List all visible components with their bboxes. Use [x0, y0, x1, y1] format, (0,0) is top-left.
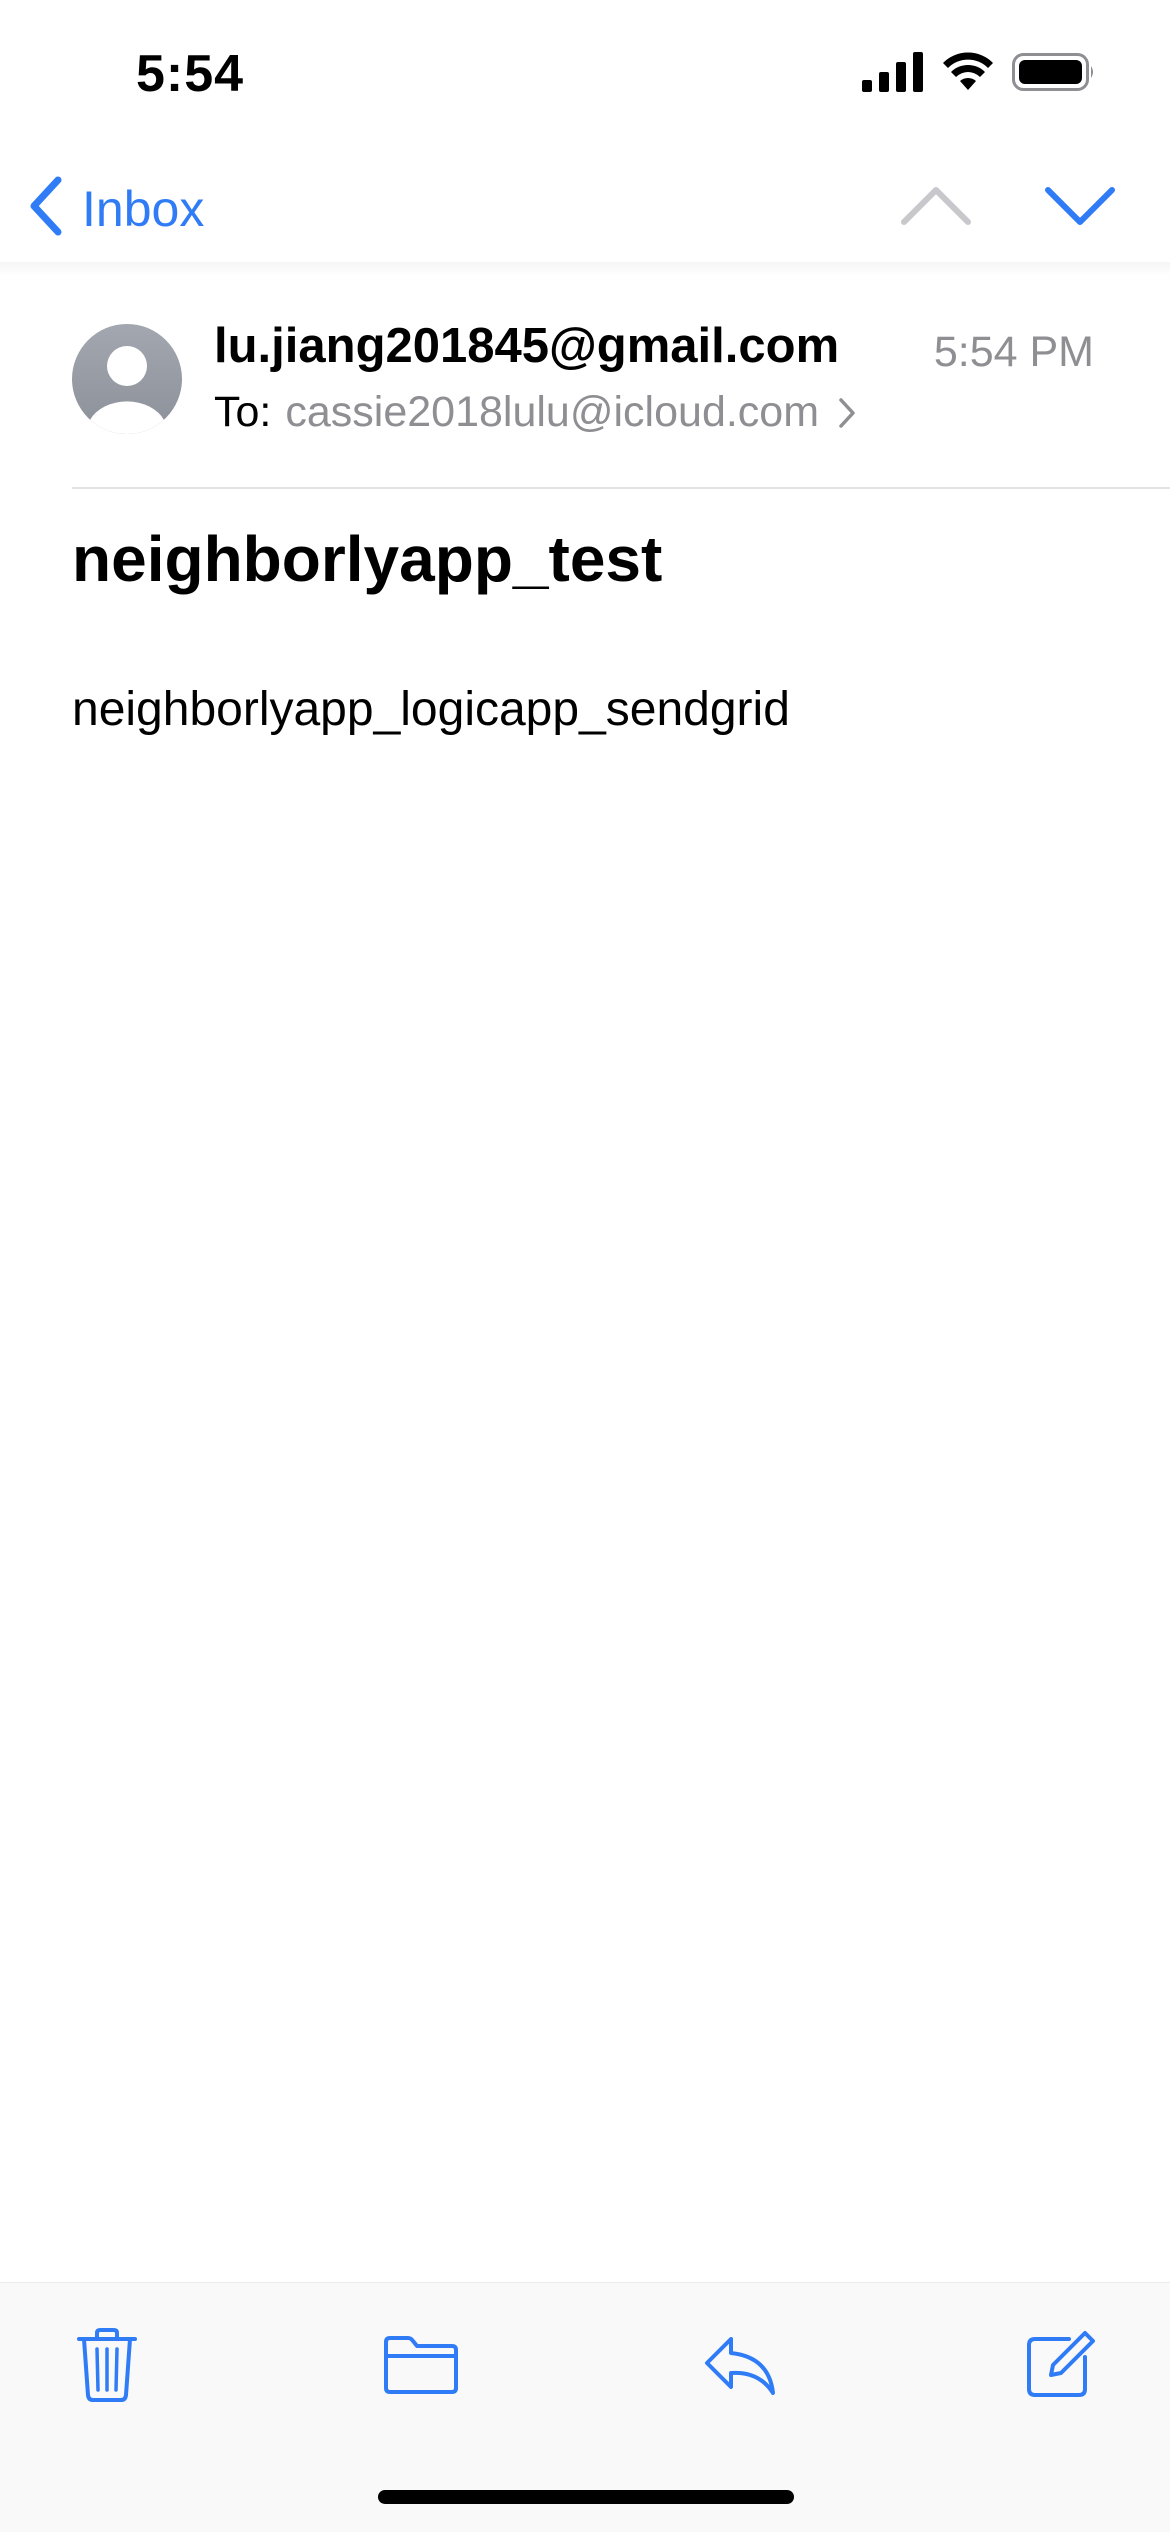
compose-icon [1023, 2329, 1095, 2406]
recipient-address: cassie2018lulu@icloud.com [285, 388, 820, 436]
recipient-details[interactable]: To: cassie2018lulu@icloud.com [214, 388, 857, 437]
cellular-signal-icon [862, 52, 924, 97]
message-subject: neighborlyapp_test [72, 523, 663, 595]
home-indicator[interactable] [378, 2490, 794, 2504]
mail-message-screen: 5:54 Inbox lu.jiang201845@gmail.com 5:54… [0, 0, 1170, 2532]
move-to-folder-button[interactable] [376, 2322, 466, 2412]
reply-button[interactable] [694, 2322, 784, 2412]
folder-icon [382, 2334, 460, 2401]
header-divider [72, 487, 1170, 489]
previous-message-button[interactable] [896, 176, 976, 236]
sender-address[interactable]: lu.jiang201845@gmail.com [214, 318, 839, 374]
battery-icon [1012, 52, 1096, 97]
status-icons [862, 52, 1096, 97]
message-body: neighborlyapp_logicapp_sendgrid [72, 683, 790, 736]
compose-button[interactable] [1014, 2322, 1104, 2412]
chevron-down-icon [1040, 187, 1120, 240]
back-button-label: Inbox [82, 180, 205, 237]
message-time: 5:54 PM [933, 328, 1094, 376]
navigation-bar-shadow [0, 262, 1170, 276]
reply-icon [701, 2333, 777, 2402]
status-bar: 5:54 [0, 0, 1170, 150]
next-message-button[interactable] [1040, 176, 1120, 236]
person-icon [90, 346, 164, 434]
chevron-left-icon [26, 176, 66, 241]
chevron-up-icon [896, 187, 976, 240]
status-time: 5:54 [136, 45, 245, 103]
wifi-icon [942, 52, 994, 97]
chevron-right-icon [837, 396, 857, 430]
to-label: To: [214, 388, 272, 436]
back-to-inbox-button[interactable]: Inbox [26, 176, 204, 241]
trash-button[interactable] [62, 2322, 152, 2412]
trash-icon [75, 2327, 139, 2408]
sender-avatar[interactable] [72, 324, 182, 434]
